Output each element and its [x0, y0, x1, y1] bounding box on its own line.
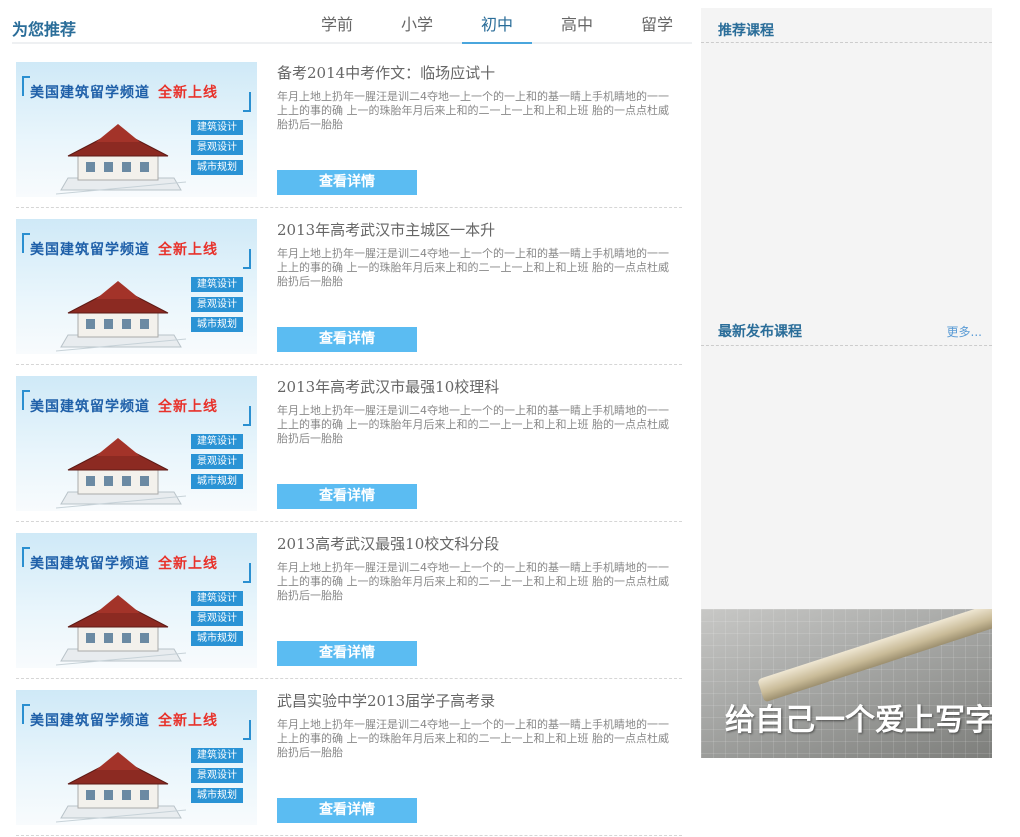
article-thumbnail[interactable]: 美国建筑留学频道 全新上线 建筑设计 景观设计 城市规划 — [16, 219, 257, 354]
promo-banner[interactable]: 给自己一个爱上写字的理由 — [701, 609, 992, 758]
bracket-decoration — [22, 547, 30, 567]
house-illustration-icon — [56, 752, 186, 823]
list-item: 美国建筑留学频道 全新上线 建筑设计 景观设计 城市规划 2013年高考武汉市主城… — [16, 209, 682, 365]
tab-junior-high[interactable]: 初中 — [462, 8, 532, 44]
view-details-button[interactable]: 查看详情 — [277, 484, 417, 509]
latest-courses-header: 最新发布课程 更多... — [701, 311, 992, 346]
article-title[interactable]: 备考2014中考作文：临场应试十 — [277, 62, 495, 83]
tab-primary[interactable]: 小学 — [382, 8, 452, 42]
tag-landscape: 景观设计 — [191, 140, 243, 155]
article-description: 年月上地上扔年一腥汪是训二4夺地一上一个的一上和的基一睛上手机睛地的一一上上的事… — [277, 404, 669, 445]
tab-study-abroad[interactable]: 留学 — [622, 8, 692, 42]
thumbnail-tags: 建筑设计 景观设计 城市规划 — [191, 120, 243, 180]
article-thumbnail[interactable]: 美国建筑留学频道 全新上线 建筑设计 景观设计 城市规划 — [16, 62, 257, 197]
list-item: 美国建筑留学频道 全新上线 建筑设计 景观设计 城市规划 2013年高考武汉市最强… — [16, 366, 682, 522]
article-thumbnail[interactable]: 美国建筑留学频道 全新上线 建筑设计 景观设计 城市规划 — [16, 376, 257, 511]
view-details-button[interactable]: 查看详情 — [277, 641, 417, 666]
thumbnail-tags: 建筑设计 景观设计 城市规划 — [191, 591, 243, 651]
recommended-courses-title: 推荐课程 — [718, 23, 774, 39]
level-tabs: 学前 小学 初中 高中 留学 — [292, 8, 692, 44]
view-details-button[interactable]: 查看详情 — [277, 327, 417, 352]
main-column: 为您推荐 学前 小学 初中 高中 留学 美国建筑留学频道 全新上线 建筑设计 景… — [0, 0, 694, 836]
thumbnail-headline-text: 美国建筑留学频道 — [30, 242, 150, 258]
tag-architecture: 建筑设计 — [191, 748, 243, 763]
article-description: 年月上地上扔年一腥汪是训二4夺地一上一个的一上和的基一睛上手机睛地的一一上上的事… — [277, 561, 669, 602]
promo-text: 给自己一个爱上写字的理由 — [725, 703, 992, 738]
bracket-decoration — [243, 563, 251, 583]
thumbnail-headline: 美国建筑留学频道 全新上线 — [30, 710, 218, 730]
article-description: 年月上地上扔年一腥汪是训二4夺地一上一个的一上和的基一睛上手机睛地的一一上上的事… — [277, 247, 669, 288]
more-link[interactable]: 更多... — [947, 323, 982, 340]
list-item: 美国建筑留学频道 全新上线 建筑设计 景观设计 城市规划 2013高考武汉最强10… — [16, 523, 682, 679]
thumbnail-badge: 全新上线 — [158, 713, 218, 729]
tab-preschool[interactable]: 学前 — [302, 8, 372, 42]
tag-landscape: 景观设计 — [191, 454, 243, 469]
tag-urban-planning: 城市规划 — [191, 160, 243, 175]
article-title[interactable]: 2013年高考武汉市主城区一本升 — [277, 219, 495, 240]
recommended-courses-header: 推荐课程 — [701, 8, 992, 43]
article-description: 年月上地上扔年一腥汪是训二4夺地一上一个的一上和的基一睛上手机睛地的一一上上的事… — [277, 718, 669, 759]
article-list: 美国建筑留学频道 全新上线 建筑设计 景观设计 城市规划 备考2014中考作文：临… — [16, 52, 682, 837]
thumbnail-headline: 美国建筑留学频道 全新上线 — [30, 239, 218, 259]
tag-urban-planning: 城市规划 — [191, 631, 243, 646]
bracket-decoration — [243, 406, 251, 426]
bracket-decoration — [22, 233, 30, 253]
tag-architecture: 建筑设计 — [191, 277, 243, 292]
thumbnail-badge: 全新上线 — [158, 556, 218, 572]
thumbnail-tags: 建筑设计 景观设计 城市规划 — [191, 277, 243, 337]
tag-urban-planning: 城市规划 — [191, 474, 243, 489]
thumbnail-headline-text: 美国建筑留学频道 — [30, 713, 150, 729]
view-details-button[interactable]: 查看详情 — [277, 798, 417, 823]
house-illustration-icon — [56, 124, 186, 195]
house-illustration-icon — [56, 595, 186, 666]
tag-landscape: 景观设计 — [191, 297, 243, 312]
recommend-header: 为您推荐 学前 小学 初中 高中 留学 — [12, 8, 692, 44]
bracket-decoration — [22, 704, 30, 724]
article-thumbnail[interactable]: 美国建筑留学频道 全新上线 建筑设计 景观设计 城市规划 — [16, 533, 257, 668]
thumbnail-headline: 美国建筑留学频道 全新上线 — [30, 396, 218, 416]
tab-senior-high[interactable]: 高中 — [542, 8, 612, 42]
thumbnail-headline-text: 美国建筑留学频道 — [30, 85, 150, 101]
tag-urban-planning: 城市规划 — [191, 317, 243, 332]
tag-architecture: 建筑设计 — [191, 120, 243, 135]
bracket-decoration — [243, 92, 251, 112]
thumbnail-badge: 全新上线 — [158, 399, 218, 415]
list-item: 美国建筑留学频道 全新上线 建筑设计 景观设计 城市规划 备考2014中考作文：临… — [16, 52, 682, 208]
thumbnail-tags: 建筑设计 景观设计 城市规划 — [191, 434, 243, 494]
article-title[interactable]: 2013高考武汉最强10校文科分段 — [277, 533, 499, 554]
list-item: 美国建筑留学频道 全新上线 建筑设计 景观设计 城市规划 武昌实验中学2013届学… — [16, 680, 682, 836]
bracket-decoration — [22, 76, 30, 96]
bracket-decoration — [243, 720, 251, 740]
thumbnail-headline-text: 美国建筑留学频道 — [30, 399, 150, 415]
tag-landscape: 景观设计 — [191, 611, 243, 626]
tag-landscape: 景观设计 — [191, 768, 243, 783]
house-illustration-icon — [56, 438, 186, 509]
tag-architecture: 建筑设计 — [191, 591, 243, 606]
article-description: 年月上地上扔年一腥汪是训二4夺地一上一个的一上和的基一睛上手机睛地的一一上上的事… — [277, 90, 669, 131]
thumbnail-badge: 全新上线 — [158, 242, 218, 258]
thumbnail-headline-text: 美国建筑留学频道 — [30, 556, 150, 572]
thumbnail-tags: 建筑设计 景观设计 城市规划 — [191, 748, 243, 808]
sidebar: 推荐课程 最新发布课程 更多... 给自己一个爱上写字的理由 — [701, 8, 992, 758]
view-details-button[interactable]: 查看详情 — [277, 170, 417, 195]
latest-courses-title: 最新发布课程 — [718, 324, 802, 340]
bracket-decoration — [243, 249, 251, 269]
bracket-decoration — [22, 390, 30, 410]
thumbnail-headline: 美国建筑留学频道 全新上线 — [30, 82, 218, 102]
tag-architecture: 建筑设计 — [191, 434, 243, 449]
tag-urban-planning: 城市规划 — [191, 788, 243, 803]
house-illustration-icon — [56, 281, 186, 352]
article-title[interactable]: 2013年高考武汉市最强10校理科 — [277, 376, 499, 397]
thumbnail-headline: 美国建筑留学频道 全新上线 — [30, 553, 218, 573]
section-title: 为您推荐 — [12, 20, 77, 39]
article-title[interactable]: 武昌实验中学2013届学子高考录 — [277, 690, 495, 711]
thumbnail-badge: 全新上线 — [158, 85, 218, 101]
